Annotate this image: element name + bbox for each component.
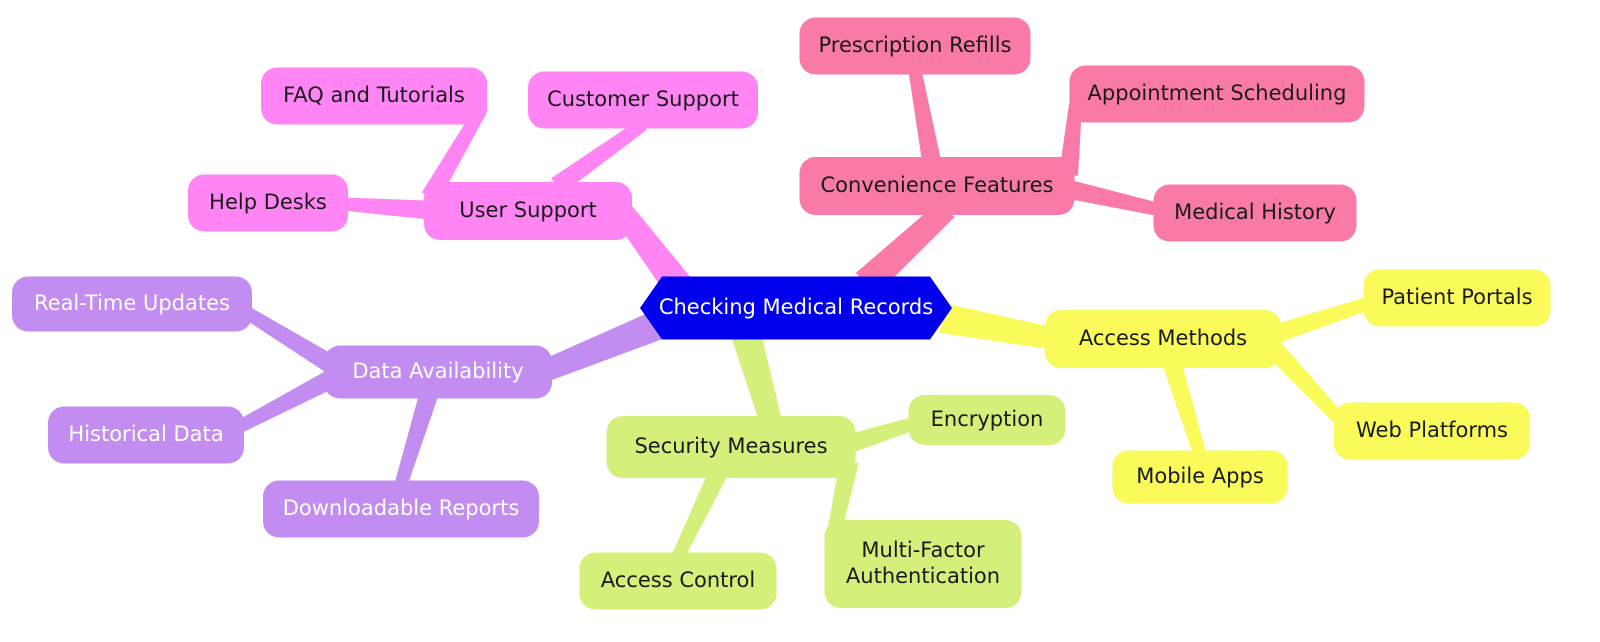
child-node-encryption[interactable] — [908, 395, 1066, 445]
child-node-mobile-apps[interactable] — [1112, 450, 1288, 504]
child-node-web-platforms-shape[interactable] — [1334, 402, 1530, 460]
edge-data-availability-to-historical-data — [235, 371, 335, 434]
child-node-multi-factor-authentication-shape[interactable] — [824, 520, 1022, 608]
child-node-medical-history-shape[interactable] — [1153, 184, 1357, 242]
child-node-historical-data-shape[interactable] — [48, 406, 244, 464]
child-node-access-control-shape[interactable] — [579, 552, 777, 610]
edge-access-methods-to-patient-portals — [1272, 296, 1372, 344]
branch-node-user-support[interactable] — [424, 182, 632, 240]
child-node-faq-and-tutorials-shape[interactable] — [261, 67, 487, 125]
child-node-prescription-refills-shape[interactable] — [799, 17, 1031, 75]
child-node-patient-portals[interactable] — [1363, 269, 1551, 327]
edge-root-to-security-measures — [731, 329, 782, 425]
child-node-customer-support[interactable] — [528, 71, 758, 129]
edge-convenience-features-to-prescription-refills — [908, 69, 941, 163]
child-node-appointment-scheduling[interactable] — [1069, 65, 1365, 123]
mindmap-canvas: Checking Medical Records User Support FAQ … — [0, 0, 1600, 642]
edge-root-to-access-methods — [939, 303, 1057, 350]
child-node-encryption-shape[interactable] — [908, 395, 1066, 445]
child-node-patient-portals-shape[interactable] — [1363, 269, 1551, 327]
root-node[interactable] — [640, 276, 952, 340]
child-node-mobile-apps-shape[interactable] — [1112, 450, 1288, 504]
child-node-help-desks-shape[interactable] — [188, 174, 348, 232]
branch-node-security-measures[interactable] — [606, 416, 856, 478]
branch-node-convenience-features[interactable] — [799, 157, 1075, 215]
branch-node-data-availability[interactable] — [324, 345, 552, 399]
edge-user-support-to-help-desks — [341, 197, 431, 220]
edge-access-methods-to-mobile-apps — [1163, 361, 1207, 457]
branch-node-user-support-shape[interactable] — [424, 182, 632, 240]
child-node-multi-factor-authentication[interactable] — [824, 520, 1022, 608]
child-node-real-time-updates[interactable] — [12, 276, 252, 332]
edge-convenience-features-to-medical-history — [1066, 180, 1161, 217]
branch-node-data-availability-shape[interactable] — [324, 345, 552, 399]
child-node-faq-and-tutorials[interactable] — [261, 67, 487, 125]
edge-security-measures-to-encryption — [846, 417, 917, 453]
child-node-real-time-updates-shape[interactable] — [12, 276, 252, 332]
branch-node-access-methods[interactable] — [1045, 310, 1281, 368]
branch-node-convenience-features-shape[interactable] — [799, 157, 1075, 215]
edge-data-availability-to-real-time-updates — [242, 306, 335, 372]
child-node-medical-history[interactable] — [1153, 184, 1357, 242]
edge-security-measures-to-access-control — [672, 469, 727, 560]
root-node-hexagon[interactable] — [640, 276, 952, 340]
child-node-prescription-refills[interactable] — [799, 17, 1031, 75]
branch-node-security-measures-shape[interactable] — [606, 416, 856, 478]
child-node-appointment-scheduling-shape[interactable] — [1069, 65, 1365, 123]
child-node-customer-support-shape[interactable] — [528, 71, 758, 129]
child-node-help-desks[interactable] — [188, 174, 348, 232]
branch-node-access-methods-shape[interactable] — [1045, 310, 1281, 368]
child-node-historical-data[interactable] — [48, 406, 244, 464]
child-node-web-platforms[interactable] — [1334, 402, 1530, 460]
edge-root-to-data-availability — [537, 310, 666, 383]
edge-data-availability-to-downloadable-reports — [394, 391, 438, 487]
mindmap-diagram: Checking Medical RecordsUser SupportFAQ … — [12, 17, 1551, 610]
child-node-downloadable-reports-shape[interactable] — [263, 480, 539, 538]
child-node-downloadable-reports[interactable] — [263, 480, 539, 538]
child-node-access-control[interactable] — [579, 552, 777, 610]
